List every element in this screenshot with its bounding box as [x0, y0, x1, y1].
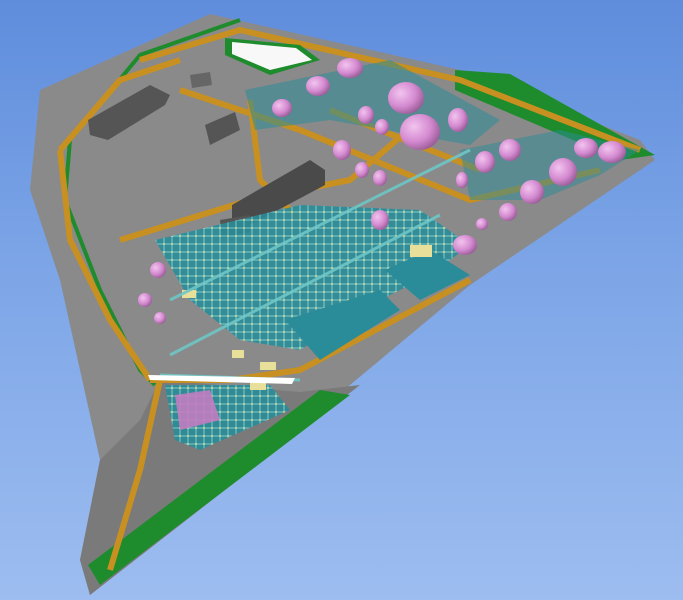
- tank: [358, 106, 374, 124]
- tank: [549, 158, 577, 186]
- tank: [475, 151, 495, 173]
- tank: [574, 138, 598, 158]
- tank: [448, 108, 468, 132]
- sphere: [138, 293, 152, 307]
- sphere: [476, 218, 488, 230]
- sphere: [499, 203, 517, 221]
- tank: [388, 82, 424, 114]
- tank: [373, 170, 387, 186]
- tank: [371, 210, 389, 230]
- sphere: [520, 180, 544, 204]
- tank: [598, 141, 626, 163]
- 3d-viewport[interactable]: [0, 0, 683, 600]
- tank: [453, 235, 477, 255]
- tank: [456, 172, 468, 188]
- tank: [272, 99, 292, 117]
- tank: [400, 114, 440, 150]
- tank: [337, 58, 363, 78]
- tank: [375, 119, 389, 135]
- plant-model-scene: [30, 14, 655, 595]
- tank: [333, 140, 351, 160]
- tank: [306, 76, 330, 96]
- sphere: [154, 312, 166, 324]
- sphere: [150, 262, 166, 278]
- tank: [499, 139, 521, 161]
- tank: [355, 162, 369, 178]
